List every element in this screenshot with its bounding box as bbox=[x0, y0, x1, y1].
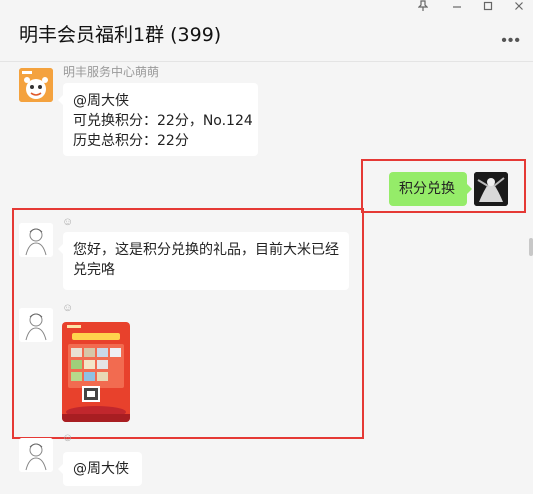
more-options-icon[interactable]: ••• bbox=[501, 32, 521, 50]
message-list[interactable]: 明丰服务中心萌萌 @周大侠 可兑换积分：22分，No.124 历史总积分：22分… bbox=[0, 62, 533, 494]
self-message-bubble[interactable]: 积分兑换 bbox=[389, 172, 472, 206]
avatar[interactable] bbox=[19, 223, 53, 257]
emoji-reaction-icon[interactable]: ☺ bbox=[62, 302, 73, 314]
message-bubble[interactable]: @周大侠 可兑换积分：22分，No.124 历史总积分：22分 bbox=[58, 83, 258, 156]
emoji-reaction-icon[interactable]: ☺ bbox=[62, 216, 73, 228]
pin-icon[interactable] bbox=[413, 0, 433, 16]
message-text: 可兑换积分：22分，No.124 bbox=[73, 113, 253, 129]
message-text: @周大侠 bbox=[73, 461, 129, 477]
sender-name: 明丰服务中心萌萌 bbox=[63, 65, 160, 79]
message-text: @周大侠 bbox=[73, 93, 129, 109]
message-text: 兑完咯 bbox=[73, 262, 115, 278]
message-text: 您好，这是积分兑换的礼品，目前大米已经 bbox=[73, 242, 339, 258]
scrollbar-thumb[interactable] bbox=[529, 238, 533, 256]
message-bubble[interactable]: 您好，这是积分兑换的礼品，目前大米已经 兑完咯 bbox=[58, 232, 349, 290]
minimize-icon[interactable] bbox=[447, 0, 467, 16]
chat-title: 明丰会员福利1群 (399) bbox=[19, 24, 222, 46]
message-bubble[interactable]: @周大侠 bbox=[58, 452, 142, 486]
close-icon[interactable] bbox=[509, 0, 529, 16]
message-text: 积分兑换 bbox=[399, 181, 455, 197]
maximize-icon[interactable] bbox=[478, 0, 498, 16]
gift-poster-image[interactable] bbox=[62, 322, 130, 422]
chat-header: 明丰会员福利1群 (399) ••• bbox=[0, 0, 533, 62]
emoji-reaction-icon[interactable]: ☺ bbox=[62, 432, 73, 444]
message-text: 历史总积分：22分 bbox=[73, 133, 189, 149]
self-avatar[interactable] bbox=[474, 172, 508, 206]
avatar[interactable] bbox=[19, 68, 53, 102]
avatar[interactable] bbox=[19, 438, 53, 472]
avatar[interactable] bbox=[19, 308, 53, 342]
